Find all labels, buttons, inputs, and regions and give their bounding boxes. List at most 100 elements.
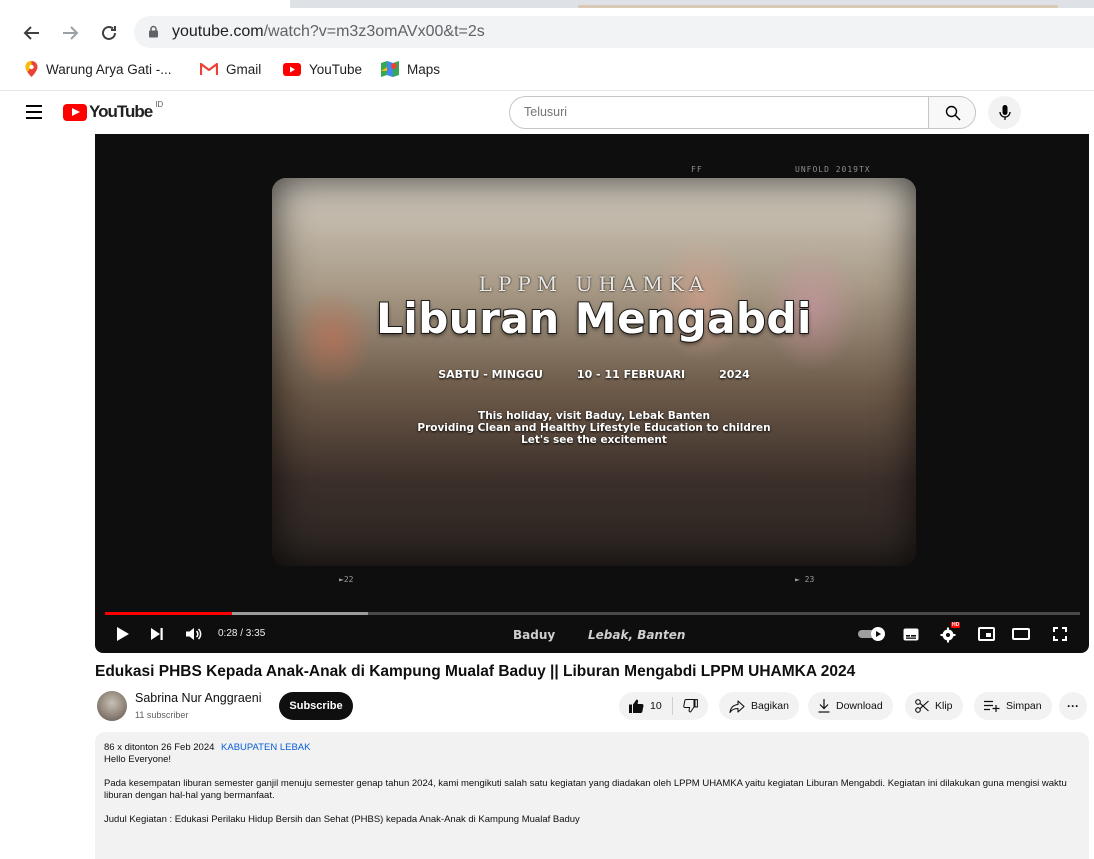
subscribe-button[interactable]: Subscribe (279, 692, 353, 720)
video-frame[interactable]: LPPM UHAMKA Liburan Mengabdi SABTU - MIN… (272, 178, 916, 566)
youtube-header: YouTube ID Telusuri (0, 90, 1094, 134)
browser-chrome: youtube.com/watch?v=m3z3omAVx00&t=2s War… (0, 0, 1094, 90)
share-icon (729, 699, 745, 713)
youtube-icon (283, 62, 301, 76)
volume-icon (186, 628, 202, 640)
description-meta: 86 x ditonton 26 Feb 2024 KABUPATEN LEBA… (104, 742, 1080, 754)
upload-date: 26 Feb 2024 (161, 742, 215, 753)
like-button[interactable]: 10 (619, 692, 672, 720)
reload-button[interactable] (96, 20, 122, 46)
progress-played (105, 612, 232, 615)
theater-mode-icon (1012, 628, 1030, 640)
share-label: Bagikan (751, 700, 789, 712)
play-button[interactable] (113, 624, 133, 644)
miniplayer-button[interactable] (975, 624, 997, 644)
gmail-icon (200, 62, 218, 75)
download-button[interactable]: Download (808, 692, 893, 720)
overlay-dates: SABTU - MINGGU 10 - 11 FEBRUARI 2024 (272, 368, 916, 381)
overlay-year: 2024 (719, 368, 750, 381)
bookmark-label: Maps (407, 61, 441, 77)
youtube-logo[interactable]: YouTube ID (63, 99, 164, 123)
theater-mode-button[interactable] (1010, 624, 1032, 644)
search-input[interactable]: Telusuri (509, 96, 929, 129)
forward-button[interactable] (57, 20, 83, 46)
back-button[interactable] (19, 20, 45, 46)
dislike-button[interactable] (673, 692, 708, 720)
location-baduy: Baduy (513, 628, 556, 642)
bookmark-label: Warung Arya Gati -... (46, 61, 172, 77)
clip-label: Klip (935, 700, 953, 712)
url-text[interactable]: youtube.com/watch?v=m3z3omAVx00&t=2s (172, 22, 485, 42)
channel-avatar[interactable] (97, 691, 127, 721)
search-icon (945, 105, 961, 121)
description-paragraph-2: Judul Kegiatan : Edukasi Perilaku Hidup … (104, 814, 580, 825)
overlay-brand: LPPM UHAMKA (478, 272, 710, 296)
address-bar[interactable]: youtube.com/watch?v=m3z3omAVx00&t=2s (134, 16, 1094, 48)
logo-wordmark: YouTube (89, 102, 153, 121)
country-code: ID (155, 99, 164, 109)
settings-button[interactable]: HD (937, 622, 961, 644)
time-display: 0:28 / 3:35 (218, 628, 266, 639)
description-panel[interactable]: 86 x ditonton 26 Feb 2024 KABUPATEN LEBA… (95, 732, 1089, 859)
bookmark-maps[interactable]: Maps (381, 56, 440, 82)
overlay-line-2: Providing Clean and Healthy Lifestyle Ed… (417, 422, 771, 434)
share-button[interactable]: Bagikan (719, 692, 799, 720)
progress-bar[interactable] (105, 612, 1080, 615)
overlay-date-range: 10 - 11 FEBRUARI (576, 368, 686, 381)
film-number-right: ► 23 (795, 575, 815, 584)
arrow-left-icon (23, 26, 39, 40)
overlay-line-3: Let's see the excitement (521, 434, 667, 446)
download-icon (818, 699, 830, 713)
more-actions-button[interactable]: ··· (1059, 692, 1087, 720)
download-label: Download (836, 700, 883, 712)
film-label-right: UNFOLD 2019TX (795, 165, 871, 174)
overlay-title: Liburan Mengabdi (375, 293, 812, 344)
thumbs-down-icon (682, 699, 698, 713)
clip-button[interactable]: Klip (905, 692, 963, 720)
tab-strip-edge (578, 5, 1058, 8)
like-dislike-group: 10 (619, 692, 708, 720)
thumbs-up-icon (629, 699, 644, 713)
map-pin-icon (25, 61, 38, 77)
scissors-icon (915, 699, 929, 713)
fullscreen-button[interactable] (1049, 624, 1071, 644)
skip-next-icon (151, 628, 163, 640)
location-lebak: Lebak, Banten (588, 628, 686, 642)
maps-icon (381, 61, 399, 77)
miniplayer-icon (977, 627, 995, 641)
microphone-icon (998, 104, 1011, 120)
tab-strip (0, 0, 1094, 8)
bookmark-gmail[interactable]: Gmail (200, 56, 261, 82)
player-controls: 0:28 / 3:35 Baduy Lebak, Banten HD (95, 620, 1089, 648)
menu-icon[interactable] (26, 105, 42, 119)
bookmark-warung[interactable]: Warung Arya Gati -... (25, 56, 172, 82)
overlay-days: SABTU - MINGGU (438, 368, 543, 381)
save-button[interactable]: Simpan (974, 692, 1052, 720)
description-paragraph-1: Pada kesempatan liburan semester ganjil … (104, 778, 1067, 801)
voice-search-button[interactable] (988, 96, 1021, 129)
playlist-add-icon (984, 700, 1000, 712)
reload-icon (102, 25, 116, 40)
view-count: 86 x ditonton (104, 742, 159, 753)
bookmark-youtube[interactable]: YouTube (283, 56, 362, 82)
bookmarks-bar: Warung Arya Gati -... Gmail YouTube Maps (0, 56, 1094, 82)
description-greeting: Hello Everyone! (104, 754, 172, 765)
search-button[interactable] (928, 96, 976, 129)
like-count: 10 (650, 700, 662, 712)
autoplay-toggle[interactable] (857, 624, 889, 644)
film-label-left: FF (691, 165, 703, 174)
lock-icon (149, 25, 158, 38)
subtitles-button[interactable] (901, 624, 921, 644)
next-button[interactable] (147, 624, 167, 644)
video-title: Edukasi PHBS Kepada Anak-Anak di Kampung… (95, 663, 856, 680)
location-tag[interactable]: KABUPATEN LEBAK (221, 742, 310, 753)
save-label: Simpan (1006, 700, 1042, 712)
channel-name[interactable]: Sabrina Nur Anggraeni (135, 691, 261, 705)
overlay-line-1: This holiday, visit Baduy, Lebak Banten (478, 410, 710, 422)
bookmark-label: YouTube (309, 61, 363, 77)
mute-button[interactable] (183, 624, 205, 644)
active-tab[interactable] (0, 0, 290, 8)
hd-badge: HD (951, 622, 961, 628)
video-player[interactable]: FF UNFOLD 2019TX LPPM UHAMKA Liburan Men… (95, 134, 1089, 653)
film-number-left: ►22 (339, 575, 354, 584)
